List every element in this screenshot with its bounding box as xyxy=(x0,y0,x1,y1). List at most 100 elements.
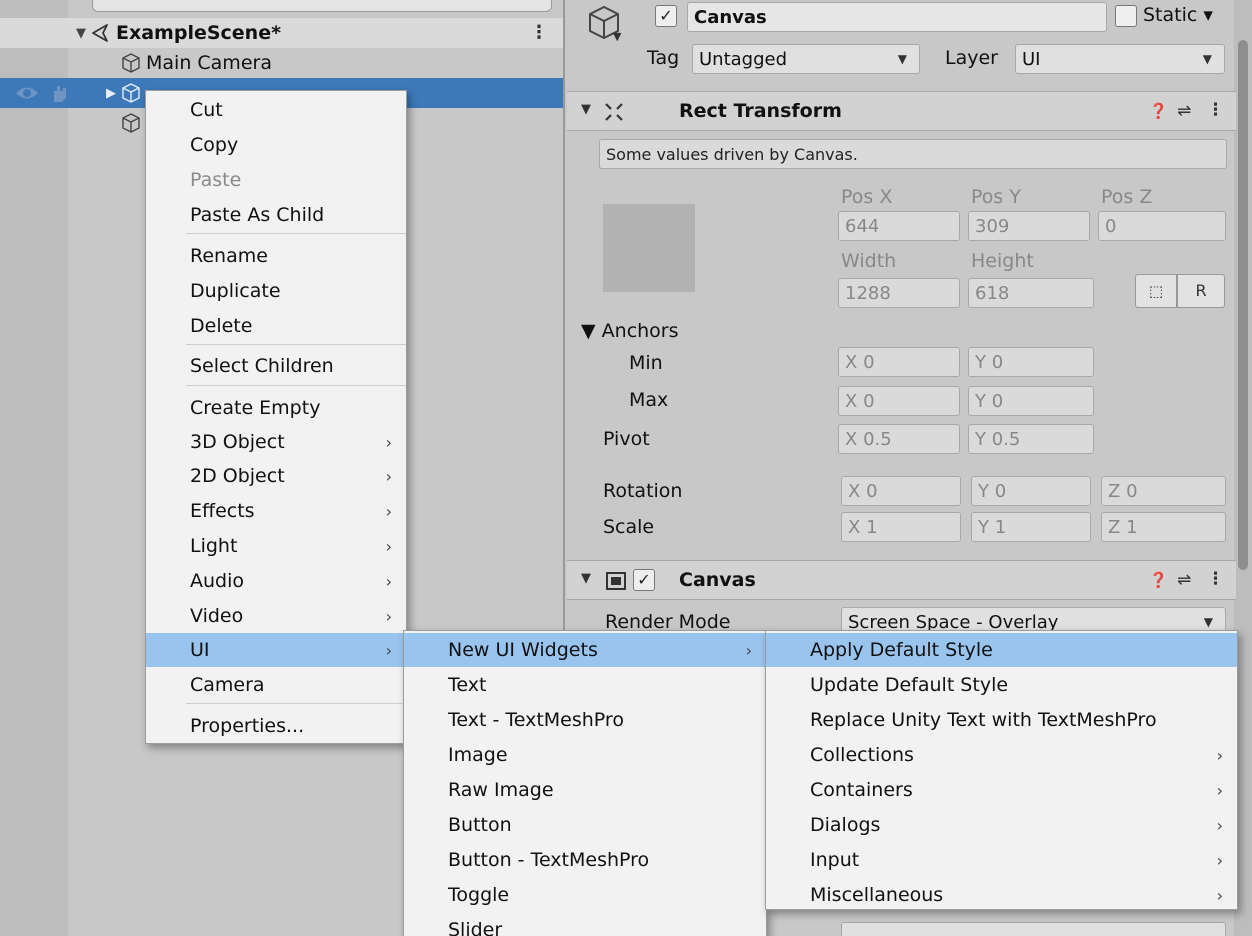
canvas-expand-icon[interactable]: ▶ xyxy=(102,86,120,101)
widgets-item-containers[interactable]: Containers › xyxy=(766,773,1237,807)
rect-transform-title: Rect Transform xyxy=(679,100,842,122)
presets-icon[interactable]: ⇌ xyxy=(1177,101,1191,121)
canvas-enabled-checkbox[interactable]: ✓ xyxy=(633,569,655,591)
foldout-icon[interactable]: ▼ xyxy=(581,102,591,117)
pos-z-label: Pos Z xyxy=(1101,186,1153,208)
widgets-item-update-default-style[interactable]: Update Default Style xyxy=(766,668,1237,702)
widgets-item-dialogs[interactable]: Dialogs › xyxy=(766,808,1237,842)
scene-kebab-menu-icon[interactable]: ⋮ xyxy=(530,22,548,43)
gameobject-cube-icon xyxy=(122,113,140,133)
kebab-menu-icon[interactable]: ⋮ xyxy=(1207,569,1224,589)
anchor-min-label: Min xyxy=(629,352,663,374)
scene-expand-icon[interactable]: ▼ xyxy=(72,26,90,41)
anchor-max-label: Max xyxy=(629,389,669,411)
visibility-eye-icon[interactable] xyxy=(14,84,40,102)
icon-dropdown-icon[interactable]: ▼ xyxy=(613,30,621,43)
scale-label: Scale xyxy=(603,516,655,538)
pivot-y-field[interactable]: Y 0.5 xyxy=(968,424,1094,454)
pos-z-field[interactable]: 0 xyxy=(1098,211,1226,241)
menu-item-2d-object[interactable]: 2D Object › xyxy=(146,459,406,493)
hierarchy-item-main-camera[interactable]: Main Camera xyxy=(0,48,563,78)
active-checkbox[interactable]: ✓ xyxy=(655,5,677,27)
help-icon[interactable]: ❓ xyxy=(1149,571,1168,589)
width-field[interactable]: 1288 xyxy=(838,278,960,308)
inspector-field-partial[interactable] xyxy=(841,922,1226,936)
anchor-min-y-field[interactable]: Y 0 xyxy=(968,347,1094,377)
scene-name: ExampleScene* xyxy=(116,22,282,44)
chevron-right-icon: › xyxy=(1216,780,1223,800)
menu-separator xyxy=(186,385,406,386)
foldout-icon[interactable]: ▼ xyxy=(581,571,591,586)
widgets-item-input[interactable]: Input › xyxy=(766,843,1237,877)
static-checkbox[interactable] xyxy=(1115,5,1137,27)
blueprint-mode-button[interactable]: ⬚ xyxy=(1135,274,1177,308)
anchor-max-y-field[interactable]: Y 0 xyxy=(968,386,1094,416)
chevron-right-icon: › xyxy=(385,571,392,591)
scale-z-field[interactable]: Z 1 xyxy=(1101,512,1226,542)
menu-item-select-children[interactable]: Select Children xyxy=(146,349,406,383)
menu-item-paste-as-child[interactable]: Paste As Child xyxy=(146,198,406,232)
menu-item-camera[interactable]: Camera xyxy=(146,668,406,702)
scrollbar-thumb[interactable] xyxy=(1238,40,1248,570)
rotation-z-field[interactable]: Z 0 xyxy=(1101,476,1226,506)
unity-scene-icon xyxy=(92,24,108,42)
menu-item-duplicate[interactable]: Duplicate xyxy=(146,274,406,308)
rotation-y-field[interactable]: Y 0 xyxy=(971,476,1091,506)
presets-icon[interactable]: ⇌ xyxy=(1177,570,1191,590)
hierarchy-search-field[interactable] xyxy=(92,0,552,12)
submenu-item-button-textmeshpro[interactable]: Button - TextMeshPro xyxy=(404,843,766,877)
anchor-min-x-field[interactable]: X 0 xyxy=(838,347,960,377)
canvas-component-header[interactable]: ▼ ✓ Canvas ❓ ⇌ ⋮ xyxy=(567,560,1236,600)
anchors-foldout[interactable]: ▼ Anchors xyxy=(581,320,679,342)
tag-dropdown[interactable]: Untagged ▼ xyxy=(692,44,920,74)
menu-item-delete[interactable]: Delete xyxy=(146,309,406,343)
scale-y-field[interactable]: Y 1 xyxy=(971,512,1091,542)
menu-item-ui[interactable]: UI › xyxy=(146,633,406,667)
submenu-item-button[interactable]: Button xyxy=(404,808,766,842)
kebab-menu-icon[interactable]: ⋮ xyxy=(1207,100,1224,120)
chevron-right-icon: › xyxy=(385,536,392,556)
submenu-item-toggle[interactable]: Toggle xyxy=(404,878,766,912)
menu-item-paste[interactable]: Paste xyxy=(146,163,406,197)
pos-y-field[interactable]: 309 xyxy=(968,211,1090,241)
submenu-item-raw-image[interactable]: Raw Image xyxy=(404,773,766,807)
submenu-item-new-ui-widgets[interactable]: New UI Widgets › xyxy=(404,633,766,667)
submenu-item-image[interactable]: Image xyxy=(404,738,766,772)
widgets-item-miscellaneous[interactable]: Miscellaneous › xyxy=(766,878,1237,912)
submenu-item-slider[interactable]: Slider xyxy=(404,913,766,936)
raw-edit-button[interactable]: R xyxy=(1177,274,1225,308)
widgets-item-apply-default-style[interactable]: Apply Default Style xyxy=(766,633,1237,667)
menu-item-audio[interactable]: Audio › xyxy=(146,564,406,598)
layer-value: UI xyxy=(1022,48,1041,70)
static-dropdown[interactable]: Static ▾ xyxy=(1143,4,1213,26)
anchor-presets-widget[interactable] xyxy=(603,204,695,292)
pivot-x-field[interactable]: X 0.5 xyxy=(838,424,960,454)
scale-x-field[interactable]: X 1 xyxy=(841,512,961,542)
pos-x-field[interactable]: 644 xyxy=(838,211,960,241)
menu-item-create-empty[interactable]: Create Empty xyxy=(146,391,406,425)
menu-item-properties[interactable]: Properties... xyxy=(146,709,406,743)
tag-value: Untagged xyxy=(699,48,788,70)
menu-item-rename[interactable]: Rename xyxy=(146,239,406,273)
pickable-hand-icon[interactable] xyxy=(48,82,70,104)
menu-item-video[interactable]: Video › xyxy=(146,599,406,633)
widgets-item-collections[interactable]: Collections › xyxy=(766,738,1237,772)
chevron-down-icon: ▼ xyxy=(1203,615,1213,629)
menu-item-effects[interactable]: Effects › xyxy=(146,494,406,528)
chevron-down-icon: ▼ xyxy=(1202,52,1212,66)
rotation-x-field[interactable]: X 0 xyxy=(841,476,961,506)
rect-transform-header[interactable]: ▼ Rect Transform ❓ ⇌ ⋮ xyxy=(567,91,1236,131)
height-field[interactable]: 618 xyxy=(968,278,1094,308)
menu-item-light[interactable]: Light › xyxy=(146,529,406,563)
menu-item-3d-object[interactable]: 3D Object › xyxy=(146,425,406,459)
layer-dropdown[interactable]: UI ▼ xyxy=(1015,44,1225,74)
menu-item-copy[interactable]: Copy xyxy=(146,128,406,162)
menu-item-cut[interactable]: Cut xyxy=(146,93,406,127)
scene-row[interactable]: ▼ ExampleScene* xyxy=(0,18,563,48)
help-icon[interactable]: ❓ xyxy=(1149,102,1168,120)
widgets-item-replace-unity-text[interactable]: Replace Unity Text with TextMeshPro xyxy=(766,703,1237,737)
object-name-field[interactable]: Canvas xyxy=(687,2,1107,32)
submenu-item-text[interactable]: Text xyxy=(404,668,766,702)
anchor-max-x-field[interactable]: X 0 xyxy=(838,386,960,416)
submenu-item-text-textmeshpro[interactable]: Text - TextMeshPro xyxy=(404,703,766,737)
